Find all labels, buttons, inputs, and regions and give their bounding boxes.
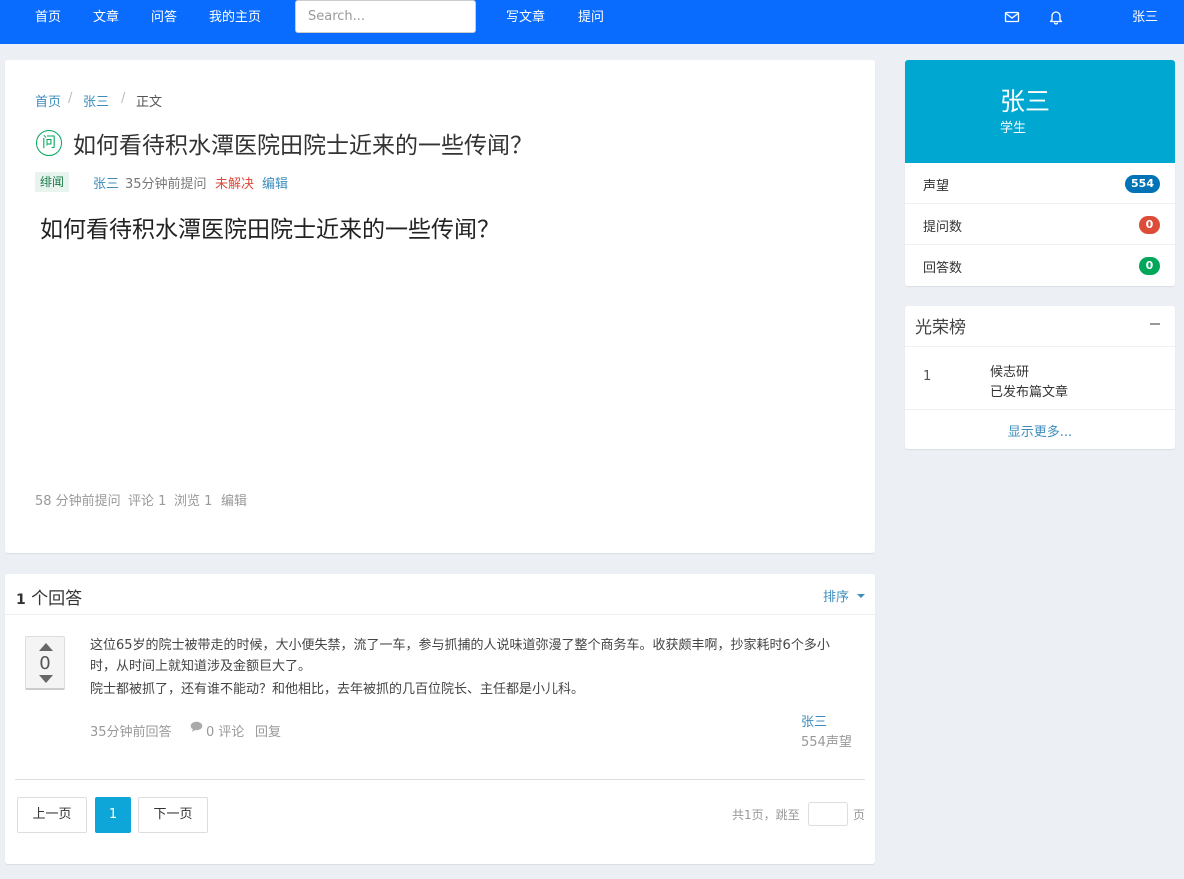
nav-user-menu[interactable]: 张三	[1132, 8, 1158, 28]
profile-name[interactable]: 张三	[1000, 82, 1050, 118]
next-page-button[interactable]: 下一页	[138, 797, 208, 833]
fame-footer-divider	[905, 409, 1175, 410]
answers-count-label: 个回答	[31, 589, 83, 609]
collapse-minus-icon[interactable]	[1150, 323, 1160, 325]
page-jump-unit: 页	[853, 808, 866, 822]
stat-label: 回答数	[923, 261, 963, 276]
page-jump-label: 共1页，跳至	[732, 808, 800, 822]
show-more-link[interactable]: 显示更多...	[905, 421, 1175, 440]
answer-paragraph: 院士都被抓了，还有谁不能动？和他相比，去年被抓的几百位院长、主任都是小儿科。	[90, 682, 585, 697]
fame-header-divider	[905, 346, 1175, 347]
profile-header: 张三 学生	[905, 60, 1175, 163]
page-jump-input[interactable]	[808, 802, 848, 826]
stat-row-answers[interactable]: 回答数 0	[905, 245, 1175, 286]
stat-badge: 0	[1139, 216, 1160, 234]
upvote-arrow-icon[interactable]	[39, 643, 53, 651]
stat-label: 提问数	[923, 220, 963, 235]
question-asked-time: 58 分钟前提问	[35, 494, 121, 509]
vote-widget: 0	[25, 636, 65, 690]
profile-role: 学生	[1000, 121, 1027, 136]
pagination-divider	[15, 779, 865, 780]
fame-title: 光荣榜	[915, 318, 966, 338]
breadcrumb-user[interactable]: 张三	[83, 91, 109, 110]
nav-articles[interactable]: 文章	[93, 8, 119, 28]
question-author-link[interactable]: 张三	[93, 173, 119, 192]
fame-user-desc: 已发布篇文章	[990, 385, 1069, 400]
fame-rank: 1	[923, 369, 932, 384]
stat-badge: 0	[1139, 257, 1160, 275]
question-title: 如何看待积水潭医院田院士近来的一些传闻？	[73, 133, 533, 159]
answers-heading: 1 个回答	[16, 584, 82, 609]
stat-label: 声望	[923, 179, 950, 194]
fame-user-name[interactable]: 候志研	[990, 361, 1029, 380]
prev-page-button[interactable]: 上一页	[17, 797, 87, 833]
caret-down-icon[interactable]	[857, 594, 865, 598]
page-button-current[interactable]: 1	[95, 797, 131, 833]
vote-count: 0	[39, 653, 51, 674]
nav-ask[interactable]: 提问	[578, 8, 604, 28]
answer-paragraph: 这位65岁的院士被带走的时候，大小便失禁，流了一车，参与抓捕的人说味道弥漫了整个…	[90, 638, 830, 674]
downvote-arrow-icon[interactable]	[39, 675, 53, 683]
answer-author-link[interactable]: 张三	[801, 711, 827, 730]
question-footer-edit-link[interactable]: 编辑	[221, 490, 247, 509]
stat-row-reputation[interactable]: 声望 554	[905, 163, 1175, 204]
top-navbar: 首页 文章 问答 我的主页 写文章 提问 张三	[0, 0, 1184, 44]
breadcrumb-separator: /	[68, 91, 73, 106]
envelope-icon[interactable]	[1004, 9, 1020, 25]
question-time: 35分钟前提问	[125, 177, 207, 192]
answers-count: 1	[16, 592, 26, 608]
question-body: 如何看待积水潭医院田院士近来的一些传闻？	[40, 217, 500, 243]
nav-home[interactable]: 首页	[35, 8, 61, 28]
breadcrumb-separator: /	[121, 91, 126, 106]
breadcrumb-home[interactable]: 首页	[35, 91, 61, 110]
stat-badge: 554	[1125, 175, 1160, 193]
question-views: 浏览 1	[174, 494, 213, 509]
question-icon: 问	[36, 130, 62, 156]
nav-qa[interactable]: 问答	[151, 8, 177, 28]
nav-my-home[interactable]: 我的主页	[209, 8, 261, 28]
question-comments-link[interactable]: 评论 1	[128, 490, 166, 509]
answer-time: 35分钟前回答	[90, 725, 172, 740]
comment-icon[interactable]	[190, 721, 203, 736]
nav-write-article[interactable]: 写文章	[506, 8, 545, 28]
stat-row-questions[interactable]: 提问数 0	[905, 204, 1175, 245]
answer-reply-link[interactable]: 回复	[255, 721, 281, 740]
answers-header-divider	[5, 614, 875, 615]
answer-author-reputation: 554声望	[801, 735, 852, 750]
answer-comments-link[interactable]: 0 评论	[206, 721, 244, 740]
question-status: 未解决	[215, 177, 255, 192]
search-input[interactable]	[295, 0, 476, 33]
question-edit-link[interactable]: 编辑	[262, 173, 288, 192]
bell-icon[interactable]	[1048, 9, 1064, 25]
sort-dropdown[interactable]: 排序	[823, 586, 849, 605]
breadcrumb-current: 正文	[136, 95, 163, 110]
question-tag[interactable]: 绯闻	[35, 172, 70, 192]
